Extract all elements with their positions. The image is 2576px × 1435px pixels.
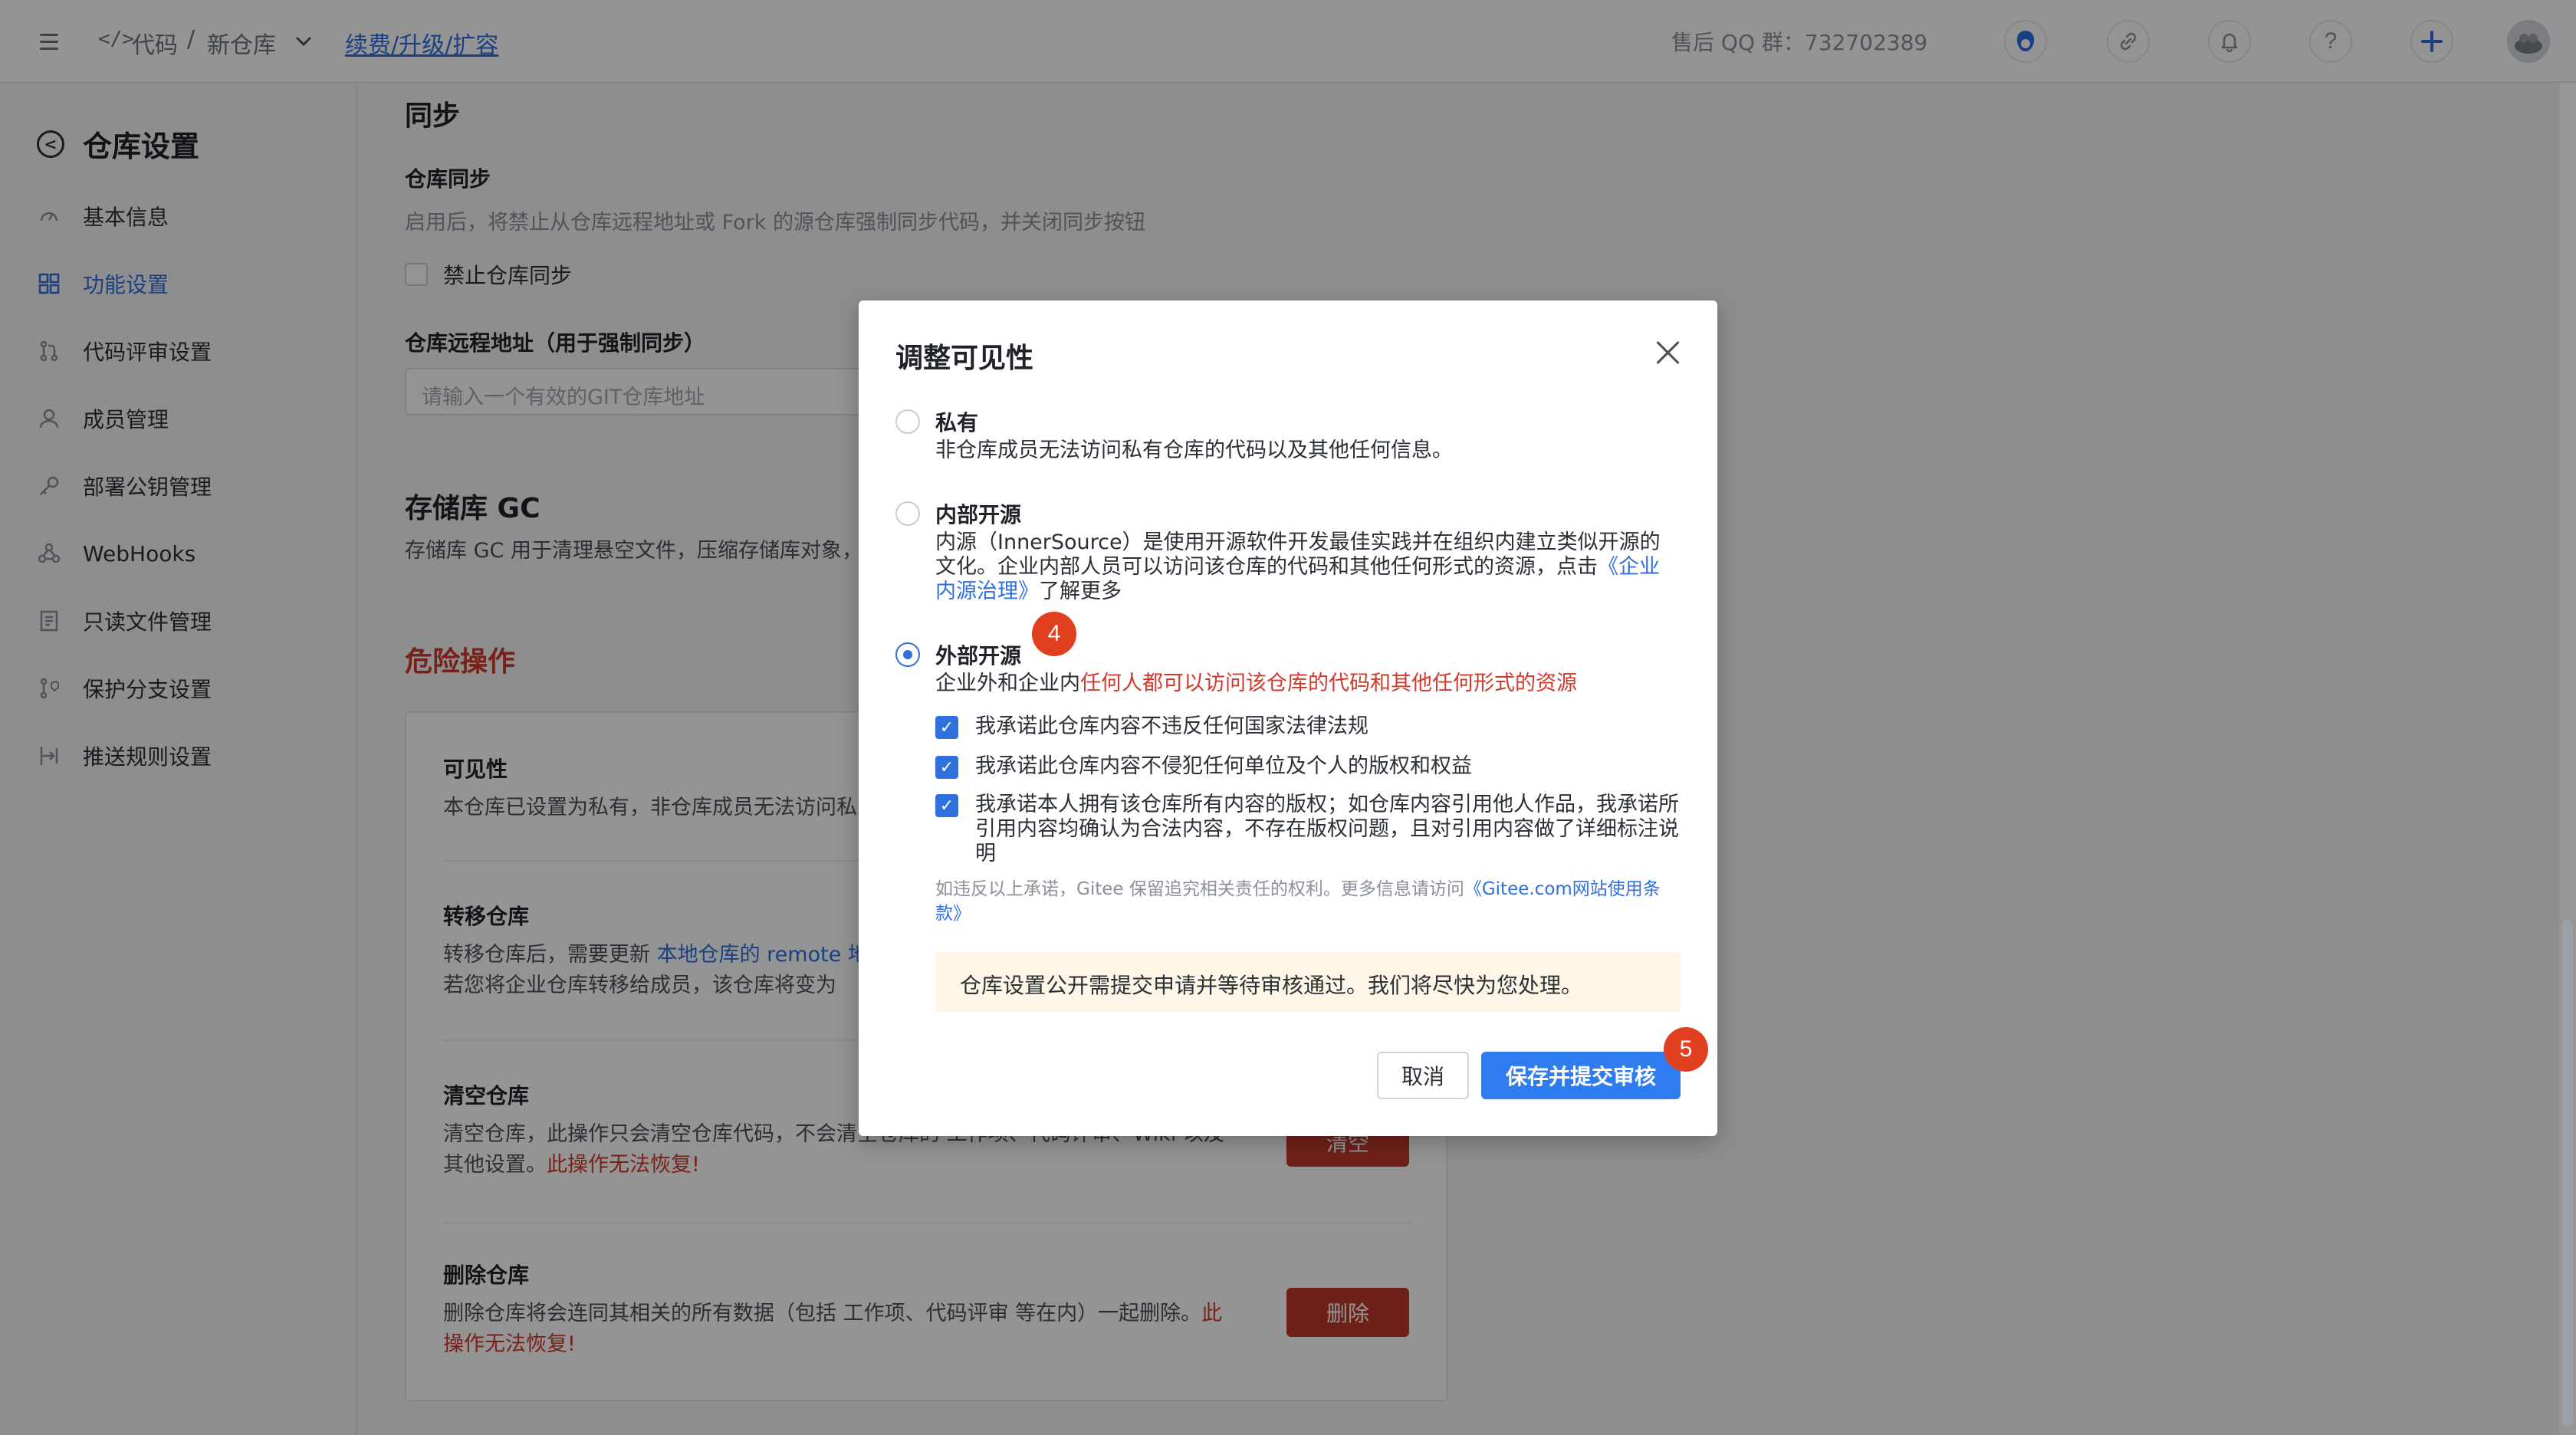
internal-desc-text: 内源（InnerSource）是使用开源软件开发最佳实践并在组织内建立类似开源的… xyxy=(935,530,1661,579)
scrollbar-thumb[interactable] xyxy=(2562,920,2573,1426)
commitment-text-2: 我承诺此仓库内容不侵犯任何单位及个人的版权和权益 xyxy=(975,754,1472,778)
review-notice-text: 仓库设置公开需提交申请并等待审核通过。我们将尽快为您处理。 xyxy=(960,973,1583,998)
commitment-text-1: 我承诺此仓库内容不违反任何国家法律法规 xyxy=(975,714,1368,738)
commitment-checkbox-1[interactable]: ✓ xyxy=(935,716,958,739)
disclaimer-text: 如违反以上承诺，Gitee 保留追究相关责任的权利。更多信息请访问 xyxy=(935,879,1464,899)
disclaimer: 如违反以上承诺，Gitee 保留追究相关责任的权利。更多信息请访问《Gitee.… xyxy=(935,877,1671,926)
option-external-label: 外部开源 xyxy=(935,643,1022,668)
external-desc-warning: 任何人都可以访问该仓库的代码和其他任何形式的资源 xyxy=(1080,672,1577,695)
option-external-desc: 企业外和企业内任何人都可以访问该仓库的代码和其他任何形式的资源 xyxy=(935,672,1671,696)
option-private-label: 私有 xyxy=(935,410,979,435)
option-internal-label: 内部开源 xyxy=(935,502,1022,527)
step-badge-4: 4 xyxy=(1032,612,1076,656)
commitment-checkbox-2[interactable]: ✓ xyxy=(935,756,958,779)
visibility-dialog: 调整可见性 私有 非仓库成员无法访问私有仓库的代码以及其他任何信息。 内部开源 … xyxy=(859,300,1717,1136)
option-internal-desc: 内源（InnerSource）是使用开源软件开发最佳实践并在组织内建立类似开源的… xyxy=(935,530,1671,604)
external-desc-text: 企业外和企业内 xyxy=(935,672,1080,695)
commitment-text-3: 我承诺本人拥有该仓库所有内容的版权；如仓库内容引用他人作品，我承诺所引用内容均确… xyxy=(975,793,1679,865)
radio-private[interactable] xyxy=(895,409,920,434)
option-private-desc: 非仓库成员无法访问私有仓库的代码以及其他任何信息。 xyxy=(935,438,1453,462)
commitment-checkbox-3[interactable]: ✓ xyxy=(935,794,958,817)
step-badge-5: 5 xyxy=(1664,1027,1708,1072)
review-notice: 仓库设置公开需提交申请并等待审核通过。我们将尽快为您处理。 xyxy=(935,952,1681,1012)
internal-desc-more: 了解更多 xyxy=(1039,580,1122,603)
close-icon[interactable] xyxy=(1653,337,1684,368)
radio-external-open-source[interactable] xyxy=(895,642,920,667)
dialog-title: 调整可见性 xyxy=(895,343,1034,374)
save-and-submit-button[interactable]: 保存并提交审核 xyxy=(1481,1052,1681,1099)
cancel-button[interactable]: 取消 xyxy=(1377,1052,1469,1099)
radio-internal-open-source[interactable] xyxy=(895,501,920,526)
